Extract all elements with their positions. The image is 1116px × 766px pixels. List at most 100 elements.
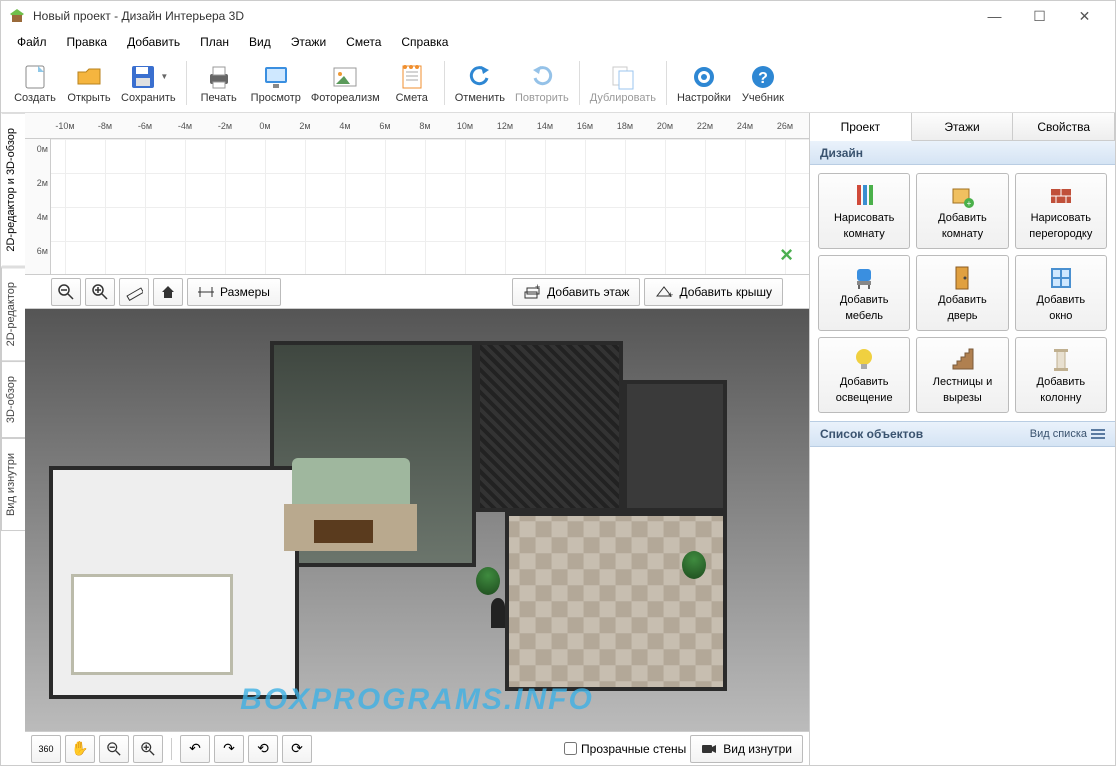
zoom-in-3d-button[interactable]	[133, 735, 163, 763]
menu-Этажи[interactable]: Этажи	[281, 31, 336, 53]
objects-title: Список объектов	[820, 427, 923, 441]
view-list-toggle[interactable]: Вид списка	[1030, 428, 1105, 440]
pan-button[interactable]: ✋	[65, 735, 95, 763]
vtab-inside[interactable]: Вид изнутри	[1, 438, 25, 531]
tilt-down-button[interactable]: ⟳	[282, 735, 312, 763]
titlebar: Новый проект - Дизайн Интерьера 3D — ☐ ✕	[1, 1, 1115, 31]
open-button[interactable]: Открыть	[63, 55, 115, 111]
add-furniture-button[interactable]: Добавитьмебель	[818, 255, 910, 331]
stairs-icon	[947, 345, 977, 373]
photorealism-button[interactable]: Фотореализм	[307, 55, 384, 111]
view-inside-button[interactable]: Вид изнутри	[690, 735, 803, 763]
svg-text:?: ?	[758, 70, 768, 87]
add-door-button[interactable]: Добавитьдверь	[916, 255, 1008, 331]
add-window-button[interactable]: Добавитьокно	[1015, 255, 1107, 331]
right-panel: ПроектЭтажиСвойства Дизайн Нарисоватьком…	[809, 113, 1115, 765]
undo-button[interactable]: Отменить	[451, 55, 509, 111]
gear-icon	[689, 62, 719, 92]
minimize-button[interactable]: —	[972, 1, 1017, 31]
floor-plan-render	[49, 326, 786, 714]
objects-header: Список объектов Вид списка	[810, 421, 1115, 447]
folder-icon	[74, 62, 104, 92]
print-button[interactable]: Печать	[193, 55, 245, 111]
add-floor-button[interactable]: + Добавить этаж	[512, 278, 640, 306]
pencils-icon	[849, 181, 879, 209]
ruler-vertical: 0м2м4м6м	[25, 139, 51, 274]
redo-button: Повторить	[511, 55, 573, 111]
canvas-area: -10м-8м-6м-4м-2м0м2м4м6м8м10м12м14м16м18…	[25, 113, 809, 765]
monitor-icon	[261, 62, 291, 92]
add-room-button[interactable]: +Добавитькомнату	[916, 173, 1008, 249]
draw-partition-button[interactable]: Нарисоватьперегородку	[1015, 173, 1107, 249]
doc-icon	[20, 62, 50, 92]
zoom-in-button[interactable]	[85, 278, 115, 306]
rtab-props[interactable]: Свойства	[1013, 113, 1115, 140]
door-icon	[947, 263, 977, 291]
design-palette: Нарисоватькомнату+ДобавитькомнатуНарисов…	[810, 165, 1115, 421]
svg-text:+: +	[668, 290, 673, 300]
svg-text:+: +	[535, 284, 540, 292]
grid-2d[interactable]: 0м2м4м6м ×	[25, 139, 809, 275]
rotate-left-button[interactable]: ↶	[180, 735, 210, 763]
create-button[interactable]: Создать	[9, 55, 61, 111]
addroom-icon: +	[947, 181, 977, 209]
preview-button[interactable]: Просмотр	[247, 55, 305, 111]
design-section-header: Дизайн	[810, 141, 1115, 165]
add-roof-button[interactable]: + Добавить крышу	[644, 278, 783, 306]
picture-icon	[330, 62, 360, 92]
sizes-button[interactable]: Размеры	[187, 278, 281, 306]
add-column-button[interactable]: Добавитьколонну	[1015, 337, 1107, 413]
viewport-3d[interactable]: BOXPROGRAMS.INFO	[25, 309, 809, 731]
menu-План[interactable]: План	[190, 31, 239, 53]
copy-icon	[608, 62, 638, 92]
vtab-2d[interactable]: 2D-редактор	[1, 267, 25, 361]
menu-Справка[interactable]: Справка	[391, 31, 458, 53]
menu-Смета[interactable]: Смета	[336, 31, 391, 53]
menu-Файл[interactable]: Файл	[7, 31, 57, 53]
save-button[interactable]: ▼Сохранить	[117, 55, 180, 111]
help-icon: ?	[748, 62, 778, 92]
objects-list[interactable]	[810, 447, 1115, 765]
watermark: BOXPROGRAMS.INFO	[240, 683, 594, 717]
svg-text:+: +	[967, 199, 972, 208]
sizes-label: Размеры	[220, 285, 270, 299]
rotate-right-button[interactable]: ↷	[214, 735, 244, 763]
measure-button[interactable]	[119, 278, 149, 306]
right-tabs: ПроектЭтажиСвойства	[810, 113, 1115, 141]
menubar: ФайлПравкаДобавитьПланВидЭтажиСметаСправ…	[1, 31, 1115, 53]
view-inside-label: Вид изнутри	[723, 742, 792, 756]
zoom-out-button[interactable]	[51, 278, 81, 306]
add-light-button[interactable]: Добавитьосвещение	[818, 337, 910, 413]
add-roof-label: Добавить крышу	[679, 285, 772, 299]
marker-icon[interactable]: ×	[780, 242, 793, 268]
add-floor-label: Добавить этаж	[547, 285, 629, 299]
floppy-icon	[128, 62, 158, 92]
chair-icon	[849, 263, 879, 291]
help-button[interactable]: ?Учебник	[737, 55, 789, 111]
maximize-button[interactable]: ☐	[1017, 1, 1062, 31]
rtab-floors[interactable]: Этажи	[912, 113, 1014, 140]
stairs-button[interactable]: Лестницы ивырезы	[916, 337, 1008, 413]
vtab-2d3d[interactable]: 2D-редактор и 3D-обзор	[1, 113, 25, 267]
menu-Вид[interactable]: Вид	[239, 31, 281, 53]
notepad-icon	[397, 62, 427, 92]
menu-Правка[interactable]: Правка	[57, 31, 118, 53]
tilt-up-button[interactable]: ⟲	[248, 735, 278, 763]
vtab-3d[interactable]: 3D-обзор	[1, 361, 25, 438]
bulb-icon	[849, 345, 879, 373]
settings-button[interactable]: Настройки	[673, 55, 735, 111]
app-icon	[9, 8, 25, 24]
zoom-out-3d-button[interactable]	[99, 735, 129, 763]
close-button[interactable]: ✕	[1062, 1, 1107, 31]
window-icon	[1046, 263, 1076, 291]
viewport-toolbar: 360 ✋ ↶ ↷ ⟲ ⟳ Прозрачные стены Вид изнут…	[25, 731, 809, 765]
ruler-horizontal: -10м-8м-6м-4м-2м0м2м4м6м8м10м12м14м16м18…	[25, 113, 809, 139]
estimate-button[interactable]: Смета	[386, 55, 438, 111]
draw-room-button[interactable]: Нарисоватькомнату	[818, 173, 910, 249]
rtab-project[interactable]: Проект	[810, 113, 912, 141]
canvas-toolbar: Размеры + Добавить этаж + Добавить крышу	[25, 275, 809, 309]
home-button[interactable]	[153, 278, 183, 306]
transparent-walls-checkbox[interactable]: Прозрачные стены	[564, 742, 686, 756]
orbit360-button[interactable]: 360	[31, 735, 61, 763]
menu-Добавить[interactable]: Добавить	[117, 31, 190, 53]
